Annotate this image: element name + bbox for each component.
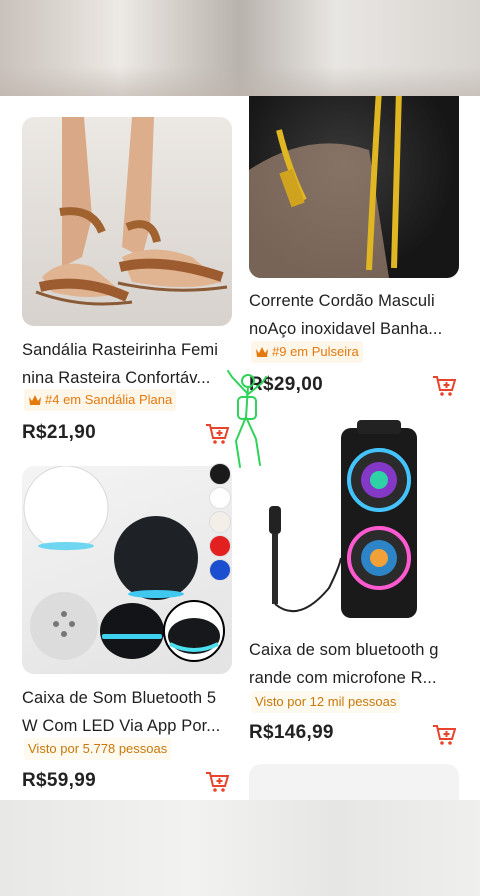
add-to-cart-icon[interactable] — [432, 375, 456, 397]
swatch-cream — [209, 511, 231, 533]
product-feed[interactable]: Sandália Rasteirinha Femi nina Rasteira … — [0, 96, 480, 800]
title-line-2: noAço inoxidavel Banha... — [249, 320, 443, 338]
title-line-2: rande com microfone R... — [249, 669, 437, 687]
top-blurred-background — [0, 0, 480, 96]
swatch-blue — [209, 559, 231, 581]
ranking-text: #9 em Pulseira — [272, 344, 359, 359]
echo-speaker-illustration — [23, 466, 225, 662]
crown-icon — [256, 347, 268, 357]
add-to-cart-icon[interactable] — [205, 771, 229, 793]
product-title[interactable]: Caixa de Som Bluetooth 5 W Com LED Via A… — [22, 684, 234, 740]
chain-illustration — [249, 96, 402, 278]
product-image-sandal[interactable] — [22, 117, 232, 326]
product-image-party-speaker[interactable] — [249, 418, 459, 626]
crown-icon — [29, 395, 41, 405]
bottom-blurred-background — [0, 800, 480, 896]
next-card-image-top — [249, 764, 459, 800]
ranking-badge: #4 em Sandália Plana — [24, 389, 177, 411]
product-title[interactable]: Caixa de som bluetooth g rande com micro… — [249, 636, 461, 692]
dancer-sticker-icon — [227, 370, 267, 468]
views-badge: Visto por 5.778 pessoas — [24, 738, 172, 760]
ranking-badge: #9 em Pulseira — [251, 341, 363, 363]
ranking-text: #4 em Sandália Plana — [45, 392, 173, 407]
add-to-cart-icon[interactable] — [432, 724, 456, 746]
product-image-echo-speaker[interactable] — [22, 466, 232, 674]
title-line-1: Caixa de Som Bluetooth 5 — [22, 689, 217, 707]
sandal-illustration — [35, 117, 228, 306]
product-price: R$146,99 — [249, 722, 334, 743]
title-line-1: Caixa de som bluetooth g — [249, 641, 439, 659]
swatch-white — [209, 487, 231, 509]
product-price: R$21,90 — [22, 422, 96, 443]
product-title[interactable]: Sandália Rasteirinha Femi nina Rasteira … — [22, 336, 234, 392]
product-price: R$59,99 — [22, 770, 96, 791]
title-line-1: Sandália Rasteirinha Femi — [22, 341, 219, 359]
color-swatch-list — [209, 463, 231, 583]
product-image-chain[interactable] — [249, 96, 459, 278]
title-line-2: W Com LED Via App Por... — [22, 717, 221, 735]
title-line-2: nina Rasteira Confortáv... — [22, 369, 211, 387]
product-title[interactable]: Corrente Cordão Masculi noAço inoxidavel… — [249, 287, 461, 343]
title-line-1: Corrente Cordão Masculi — [249, 292, 435, 310]
party-speaker-illustration — [269, 420, 417, 618]
views-badge: Visto por 12 mil pessoas — [251, 691, 401, 713]
swatch-red — [209, 535, 231, 557]
